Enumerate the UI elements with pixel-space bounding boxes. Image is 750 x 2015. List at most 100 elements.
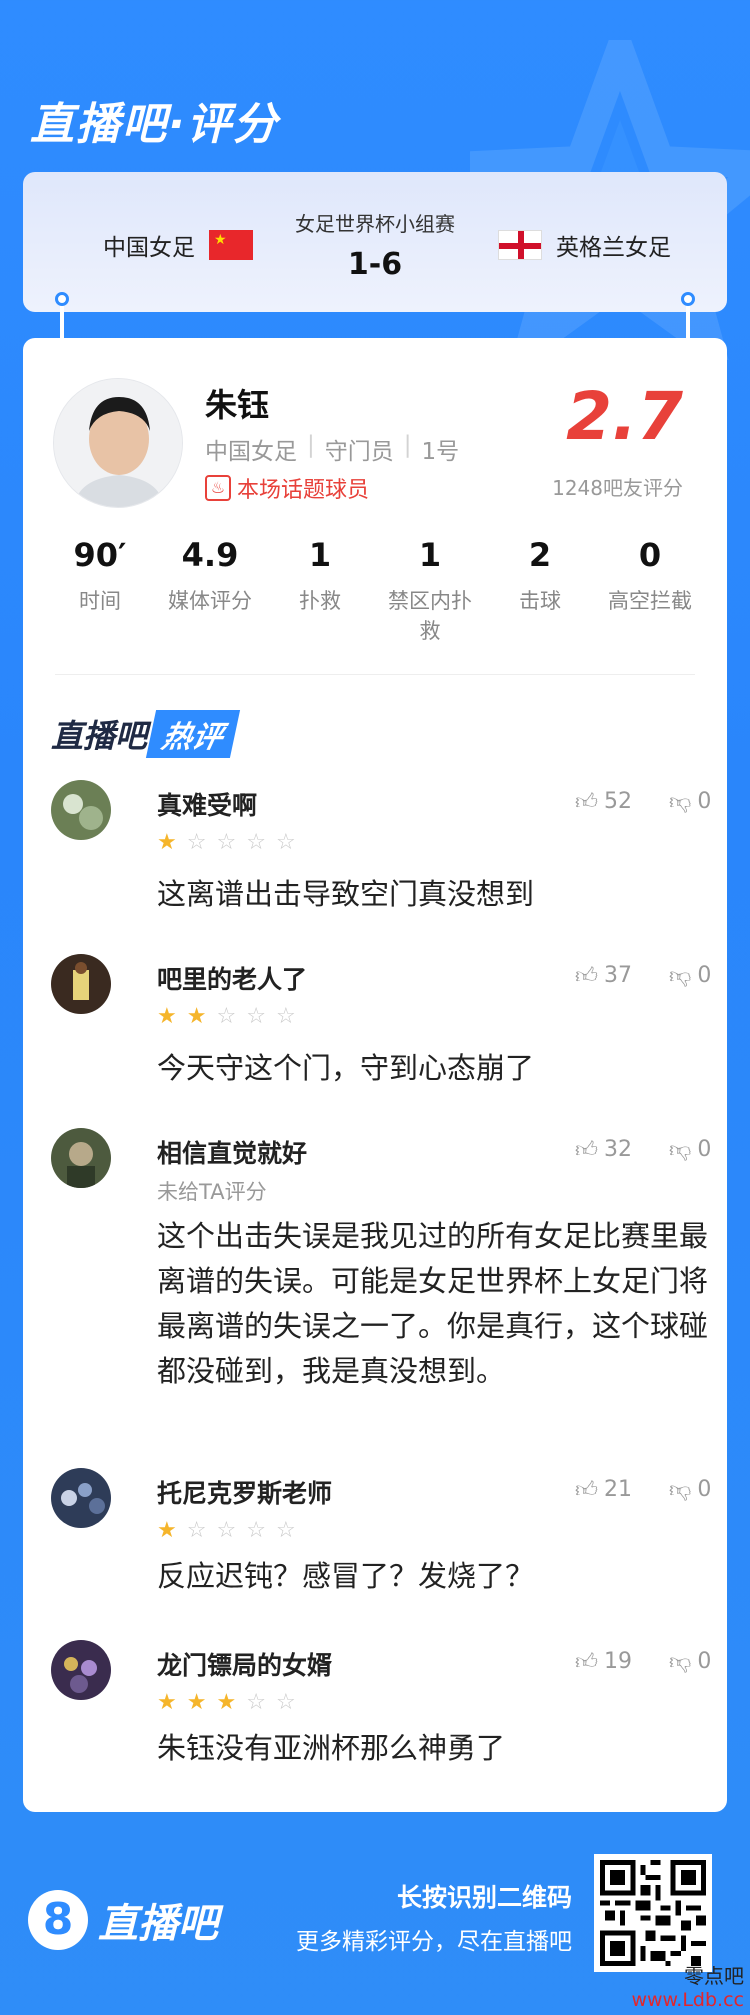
comment-item: 龙门镖局的女婿 ★ ★ ★ ☆ ☆ 👍︎ 19 👎︎ 0 朱钰没有亚洲杯那么神勇… <box>51 1640 711 1790</box>
comment-item: 相信直觉就好 未给TA评分 👍︎ 32 👎︎ 0 这个出击失误是我见过的所有女足… <box>51 1128 711 1448</box>
meta-separator: | <box>307 432 315 458</box>
comment-text: 反应迟钝？感冒了？发烧了？ <box>157 1559 535 1593</box>
dislike-button[interactable]: 👎︎ 0 <box>669 1648 711 1675</box>
flame-icon: ♨ <box>205 475 231 501</box>
thumbs-up-icon: 👍︎ <box>575 1138 598 1163</box>
star-icon: ★ <box>186 1690 207 1715</box>
connector-dot-right-top <box>681 292 695 306</box>
logo-text: 直播吧 <box>98 1901 218 1947</box>
stat-item: 1 扑救 <box>265 536 375 646</box>
comment-item: 真难受啊 ★ ☆ ☆ ☆ ☆ 👍︎ 52 👎︎ 0 这离谱出击导致空门真没想到 <box>51 780 711 930</box>
thumbs-down-icon: 👎︎ <box>669 790 692 815</box>
stat-value: 2 <box>528 536 552 574</box>
stat-label: 时间 <box>79 589 121 613</box>
comment-avatar[interactable] <box>51 780 111 840</box>
qr-subtitle: 更多精彩评分，尽在直播吧 <box>296 1929 572 1955</box>
player-team: 中国女足 <box>205 439 297 465</box>
like-button[interactable]: 👍︎ 21 <box>575 1476 632 1503</box>
star-icon: ☆ <box>186 1518 207 1543</box>
comment-username[interactable]: 托尼克罗斯老师 <box>157 1474 332 1510</box>
not-rated-label: 未给TA评分 <box>157 1180 267 1204</box>
stat-item: 1 禁区内扑救 <box>375 536 485 646</box>
qr-code[interactable] <box>594 1854 712 1972</box>
qr-code-icon <box>600 1860 706 1966</box>
fan-rating-count: 1248吧友评分 <box>552 476 683 500</box>
player-stats: 90′ 时间 4.9 媒体评分 1 扑救 1 禁区内扑救 2 击球 0 高空拦截 <box>45 536 705 646</box>
comment-text: 这个出击失误是我见过的所有女足比赛里最离谱的失误。可能是女足世界杯上女足门将最离… <box>157 1219 709 1388</box>
dislike-button[interactable]: 👎︎ 0 <box>669 1476 711 1503</box>
stat-label: 媒体评分 <box>168 589 252 613</box>
star-icon: ☆ <box>275 830 296 855</box>
like-count: 37 <box>604 963 632 988</box>
connector-dot-left-top <box>55 292 69 306</box>
comment-avatar[interactable] <box>51 1640 111 1700</box>
away-team-name: 英格兰女足 <box>556 235 671 261</box>
stat-label: 击球 <box>519 589 561 613</box>
star-icon: ☆ <box>275 1518 296 1543</box>
page-title: 直播吧·评分 <box>30 99 279 150</box>
stat-label: 禁区内扑救 <box>388 589 472 643</box>
comment-text: 今天守这个门，守到心态崩了 <box>157 1051 535 1085</box>
topic-player-badge: ♨ 本场话题球员 <box>205 472 369 504</box>
star-icon: ☆ <box>246 1518 266 1543</box>
comment-text: 这离谱出击导致空门真没想到 <box>157 877 535 911</box>
dislike-button[interactable]: 👎︎ 0 <box>669 1136 711 1163</box>
comment-item: 托尼克罗斯老师 ★ ☆ ☆ ☆ ☆ 👍︎ 21 👎︎ 0 反应迟钝？感冒了？发烧… <box>51 1468 711 1618</box>
comment-avatar[interactable] <box>51 954 111 1014</box>
dislike-count: 0 <box>697 1137 712 1162</box>
thumbs-down-icon: 👎︎ <box>669 1138 692 1163</box>
like-button[interactable]: 👍︎ 32 <box>575 1136 632 1163</box>
match-card[interactable]: 中国女足 ★ 女足世界杯小组赛 1-6 英格兰女足 <box>23 172 727 312</box>
comment-avatar[interactable] <box>51 1468 111 1528</box>
star-icon: ★ <box>216 1690 237 1715</box>
stat-value: 90′ <box>73 536 127 574</box>
comment-star-rating: ★ ☆ ☆ ☆ ☆ <box>157 1518 296 1543</box>
star-icon: ★ <box>157 1690 177 1715</box>
thumbs-down-icon: 👎︎ <box>669 964 692 989</box>
meta-separator: | <box>403 432 412 458</box>
away-team: 英格兰女足 <box>498 228 671 262</box>
comment-username[interactable]: 龙门镖局的女婿 <box>157 1646 332 1682</box>
england-flag-icon <box>498 230 542 260</box>
dislike-count: 0 <box>697 1477 712 1502</box>
stat-item: 90′ 时间 <box>45 536 155 646</box>
thumbs-down-icon: 👎︎ <box>669 1650 692 1675</box>
hot-comments-heading: 直播吧 热评 <box>51 710 241 758</box>
comment-star-rating: ★ ★ ★ ☆ ☆ <box>157 1690 296 1715</box>
comment-username[interactable]: 相信直觉就好 <box>157 1134 307 1170</box>
player-avatar[interactable] <box>53 378 183 508</box>
star-icon: ☆ <box>246 830 266 855</box>
thumbs-up-icon: 👍︎ <box>575 790 598 815</box>
player-rating-card: 朱钰 中国女足 | 守门员 | 1号 ♨ 本场话题球员 2.7 1248吧友评分… <box>23 338 727 1812</box>
qr-prompt: 长按识别二维码 <box>396 1883 572 1912</box>
like-count: 32 <box>604 1137 632 1162</box>
like-button[interactable]: 👍︎ 37 <box>575 962 632 989</box>
dislike-button[interactable]: 👎︎ 0 <box>669 788 711 815</box>
star-icon: ☆ <box>246 1690 266 1715</box>
like-count: 21 <box>604 1477 632 1502</box>
dislike-button[interactable]: 👎︎ 0 <box>669 962 711 989</box>
stat-label: 高空拦截 <box>608 589 692 613</box>
watermark-url: www.Ldb.cc <box>631 1989 744 2011</box>
thumbs-up-icon: 👍︎ <box>575 964 598 989</box>
star-icon: ★ <box>157 1004 177 1029</box>
comment-username[interactable]: 吧里的老人了 <box>157 960 307 996</box>
comment-item: 吧里的老人了 ★ ★ ☆ ☆ ☆ 👍︎ 37 👎︎ 0 今天守这个门，守到心态崩… <box>51 954 711 1104</box>
comment-star-rating: ★ ★ ☆ ☆ ☆ <box>157 1004 296 1029</box>
star-icon: ★ <box>157 830 177 855</box>
stat-item: 4.9 媒体评分 <box>155 536 265 646</box>
comment-avatar[interactable] <box>51 1128 111 1188</box>
star-icon: ☆ <box>275 1690 296 1715</box>
stat-value: 1 <box>308 536 332 574</box>
star-icon: ★ <box>157 1518 177 1543</box>
like-button[interactable]: 👍︎ 52 <box>575 788 632 815</box>
logo-icon: 8 <box>28 1890 88 1950</box>
like-button[interactable]: 👍︎ 19 <box>575 1648 632 1675</box>
comment-username[interactable]: 真难受啊 <box>157 786 257 822</box>
dislike-count: 0 <box>697 789 712 814</box>
star-icon: ☆ <box>216 830 237 855</box>
watermark: 零点吧 www.Ldb.cc <box>631 1964 744 2012</box>
thumbs-down-icon: 👎︎ <box>669 1478 692 1503</box>
star-icon: ☆ <box>216 1004 237 1029</box>
stat-item: 0 高空拦截 <box>595 536 705 646</box>
